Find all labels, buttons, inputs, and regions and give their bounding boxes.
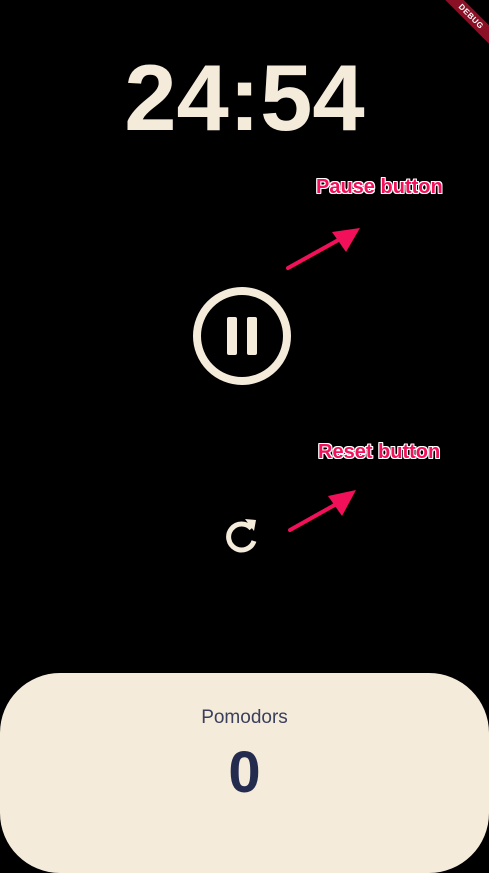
pause-button-annotation: Pause button bbox=[316, 176, 443, 198]
app-screen: DEBUG 24:54 Pause button Reset button Po… bbox=[0, 0, 489, 873]
timer-display: 24:54 bbox=[124, 45, 365, 150]
pause-annotation-arrow-icon bbox=[286, 228, 360, 270]
pomodoros-count: 0 bbox=[228, 740, 261, 805]
reset-button[interactable] bbox=[220, 514, 264, 558]
debug-banner-label: DEBUG bbox=[438, 0, 489, 50]
refresh-icon bbox=[226, 519, 257, 553]
pause-circle-icon bbox=[193, 287, 291, 385]
reset-annotation-arrow-icon bbox=[288, 490, 356, 532]
reset-button-annotation: Reset button bbox=[318, 441, 441, 463]
pause-button[interactable] bbox=[192, 286, 292, 386]
pomodoros-panel: Pomodors 0 bbox=[0, 673, 489, 873]
pomodoros-label: Pomodors bbox=[201, 707, 288, 728]
